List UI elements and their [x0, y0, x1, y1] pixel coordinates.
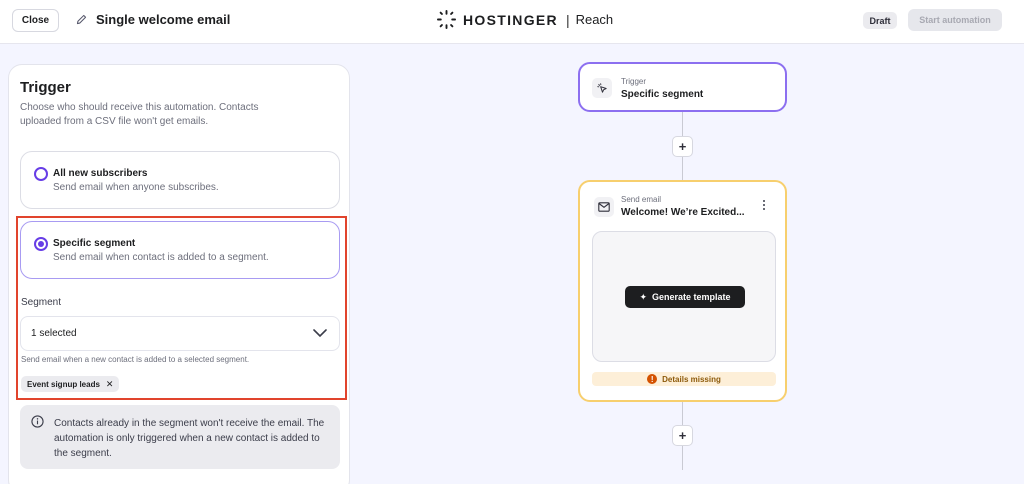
panel-title: Trigger	[20, 79, 71, 96]
details-missing-label: Details missing	[662, 374, 721, 384]
info-box: Contacts already in the segment won't re…	[20, 405, 340, 469]
trigger-node-title: Specific segment	[621, 89, 704, 100]
mail-icon	[594, 197, 614, 217]
generate-template-label: Generate template	[652, 292, 731, 302]
option-title: All new subscribers	[53, 168, 148, 179]
hostinger-logo-icon	[437, 10, 456, 29]
email-preview: ✦ Generate template	[592, 231, 776, 362]
option-subtitle: Send email when anyone subscribes.	[53, 182, 219, 193]
panel-description: Choose who should receive this automatio…	[20, 102, 259, 127]
cursor-click-icon	[592, 78, 612, 98]
product-name: Reach	[575, 12, 614, 27]
details-missing-badge: ! Details missing	[592, 372, 776, 386]
pencil-icon[interactable]	[75, 13, 88, 26]
send-email-node[interactable]: Send email Welcome! We’re Excited... ✦ G…	[578, 180, 787, 402]
add-step-button[interactable]: +	[672, 136, 693, 157]
brand-name: HOSTINGER	[463, 11, 558, 28]
trigger-node[interactable]: Trigger Specific segment	[578, 62, 787, 112]
info-icon	[31, 415, 44, 428]
option-all-new-subscribers[interactable]: All new subscribers Send email when anyo…	[20, 151, 340, 209]
more-options-icon[interactable]	[760, 200, 768, 212]
trigger-node-caption: Trigger	[621, 77, 647, 86]
highlight-box	[16, 216, 347, 400]
connector-line	[682, 112, 683, 136]
status-badge: Draft	[863, 12, 897, 29]
brand-separator: |	[565, 11, 570, 28]
connector-line	[682, 402, 683, 425]
connector-line	[682, 446, 683, 470]
email-node-caption: Send email	[621, 195, 662, 204]
automation-title[interactable]: Single welcome email	[96, 12, 230, 27]
radio-all-new-subscribers[interactable]	[34, 167, 48, 181]
info-text: Contacts already in the segment won't re…	[54, 418, 325, 459]
sparkle-icon: ✦	[639, 291, 647, 302]
top-bar: Close Single welcome email HOSTINGER | R…	[0, 0, 1024, 44]
connector-line	[682, 157, 683, 180]
email-node-title: Welcome! We’re Excited...	[621, 207, 745, 218]
add-step-button[interactable]: +	[672, 425, 693, 446]
brand-logo: HOSTINGER | Reach	[437, 10, 613, 29]
warning-icon: !	[647, 374, 658, 384]
start-automation-button[interactable]: Start automation	[908, 9, 1002, 31]
close-button[interactable]: Close	[12, 9, 59, 32]
generate-template-button[interactable]: ✦ Generate template	[625, 286, 745, 308]
